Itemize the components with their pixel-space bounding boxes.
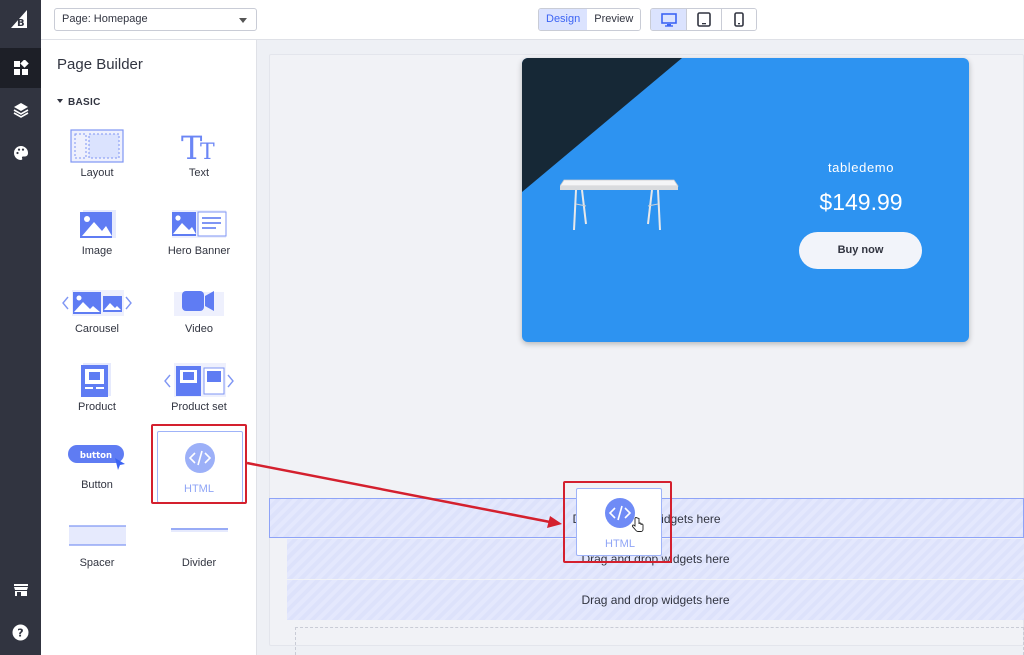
hero-product-name: tabledemo <box>827 160 895 175</box>
widget-label: Product set <box>171 401 227 413</box>
caret-down-icon <box>57 99 63 103</box>
widget-divider[interactable]: Divider <box>154 512 244 582</box>
widget-label: Divider <box>181 557 217 569</box>
empty-section-outline <box>295 627 1024 655</box>
left-icon-rail: B ? <box>0 0 41 655</box>
panel-title: Page Builder <box>57 56 143 73</box>
source-callout-box <box>151 424 247 504</box>
mode-toggle: Design Preview <box>538 8 642 31</box>
carousel-icon <box>52 282 142 322</box>
video-camera-icon <box>154 282 244 322</box>
widget-image[interactable]: Image <box>52 200 142 270</box>
desktop-icon[interactable] <box>651 9 686 30</box>
layout-icon <box>52 126 142 166</box>
widget-product[interactable]: Product <box>52 356 142 426</box>
bigcommerce-logo[interactable]: B <box>9 8 31 30</box>
widget-layout[interactable]: Layout <box>52 122 142 192</box>
hero-price: $149.99 <box>819 189 903 215</box>
svg-text:?: ? <box>17 626 23 639</box>
mobile-icon[interactable] <box>721 9 756 30</box>
chevron-down-icon <box>239 18 247 23</box>
svg-text:T: T <box>200 140 215 165</box>
widget-label: Video <box>185 323 213 335</box>
widget-product-set[interactable]: Product set <box>154 356 244 426</box>
button-icon-text: button <box>80 451 112 461</box>
preview-mode-button[interactable]: Preview <box>587 9 641 30</box>
widget-label: Layout <box>80 167 114 179</box>
top-bar: Page: Homepage Design Preview <box>41 0 1024 40</box>
design-mode-button[interactable]: Design <box>539 9 588 30</box>
basic-section-header[interactable]: BASIC <box>57 97 101 108</box>
widgets-icon[interactable] <box>0 48 41 88</box>
hero-banner-icon <box>154 204 244 244</box>
page-builder-panel: Page Builder BASIC Layout TT Text Image … <box>41 40 257 655</box>
widget-label: Button <box>81 479 113 491</box>
product-set-icon <box>154 360 244 400</box>
widget-label: Carousel <box>74 323 120 335</box>
product-card-icon <box>52 360 142 400</box>
device-toggle <box>650 8 757 31</box>
button-widget-icon: button <box>52 438 142 478</box>
widget-button[interactable]: button Button <box>52 434 142 504</box>
svg-text:B: B <box>17 18 25 29</box>
widget-text[interactable]: TT Text <box>154 122 244 192</box>
widget-label: Text <box>188 167 210 179</box>
widget-label: Product <box>78 401 116 413</box>
hero-dark-triangle <box>522 58 682 192</box>
tablet-icon[interactable] <box>686 9 721 30</box>
layers-icon[interactable] <box>0 90 41 130</box>
widget-video[interactable]: Video <box>154 278 244 348</box>
drop-zone-3[interactable]: Drag and drop widgets here <box>287 580 1024 620</box>
text-icon: TT <box>154 126 244 167</box>
divider-icon <box>154 516 244 556</box>
widget-carousel[interactable]: Carousel <box>52 278 142 348</box>
store-icon[interactable] <box>0 570 41 610</box>
buy-now-button[interactable]: Buy now <box>799 232 922 269</box>
drop-zone-text: Drag and drop widgets here <box>581 593 730 607</box>
hero-banner[interactable]: tabledemo $149.99 Buy now <box>522 58 969 342</box>
palette-icon[interactable] <box>0 133 41 173</box>
page-select-dropdown[interactable]: Page: Homepage <box>54 8 257 31</box>
widget-spacer[interactable]: Spacer <box>52 512 142 582</box>
image-icon <box>52 204 142 244</box>
page-select-value: Page: Homepage <box>62 13 148 25</box>
help-icon[interactable]: ? <box>0 612 41 652</box>
spacer-icon <box>52 516 142 556</box>
section-label: BASIC <box>68 97 101 108</box>
widget-hero-banner[interactable]: Hero Banner <box>154 200 244 270</box>
widget-label: Spacer <box>79 557 115 569</box>
target-callout-box <box>563 481 672 563</box>
widget-label: Hero Banner <box>167 245 231 257</box>
table-product-image <box>560 179 679 231</box>
widget-label: Image <box>81 245 113 257</box>
